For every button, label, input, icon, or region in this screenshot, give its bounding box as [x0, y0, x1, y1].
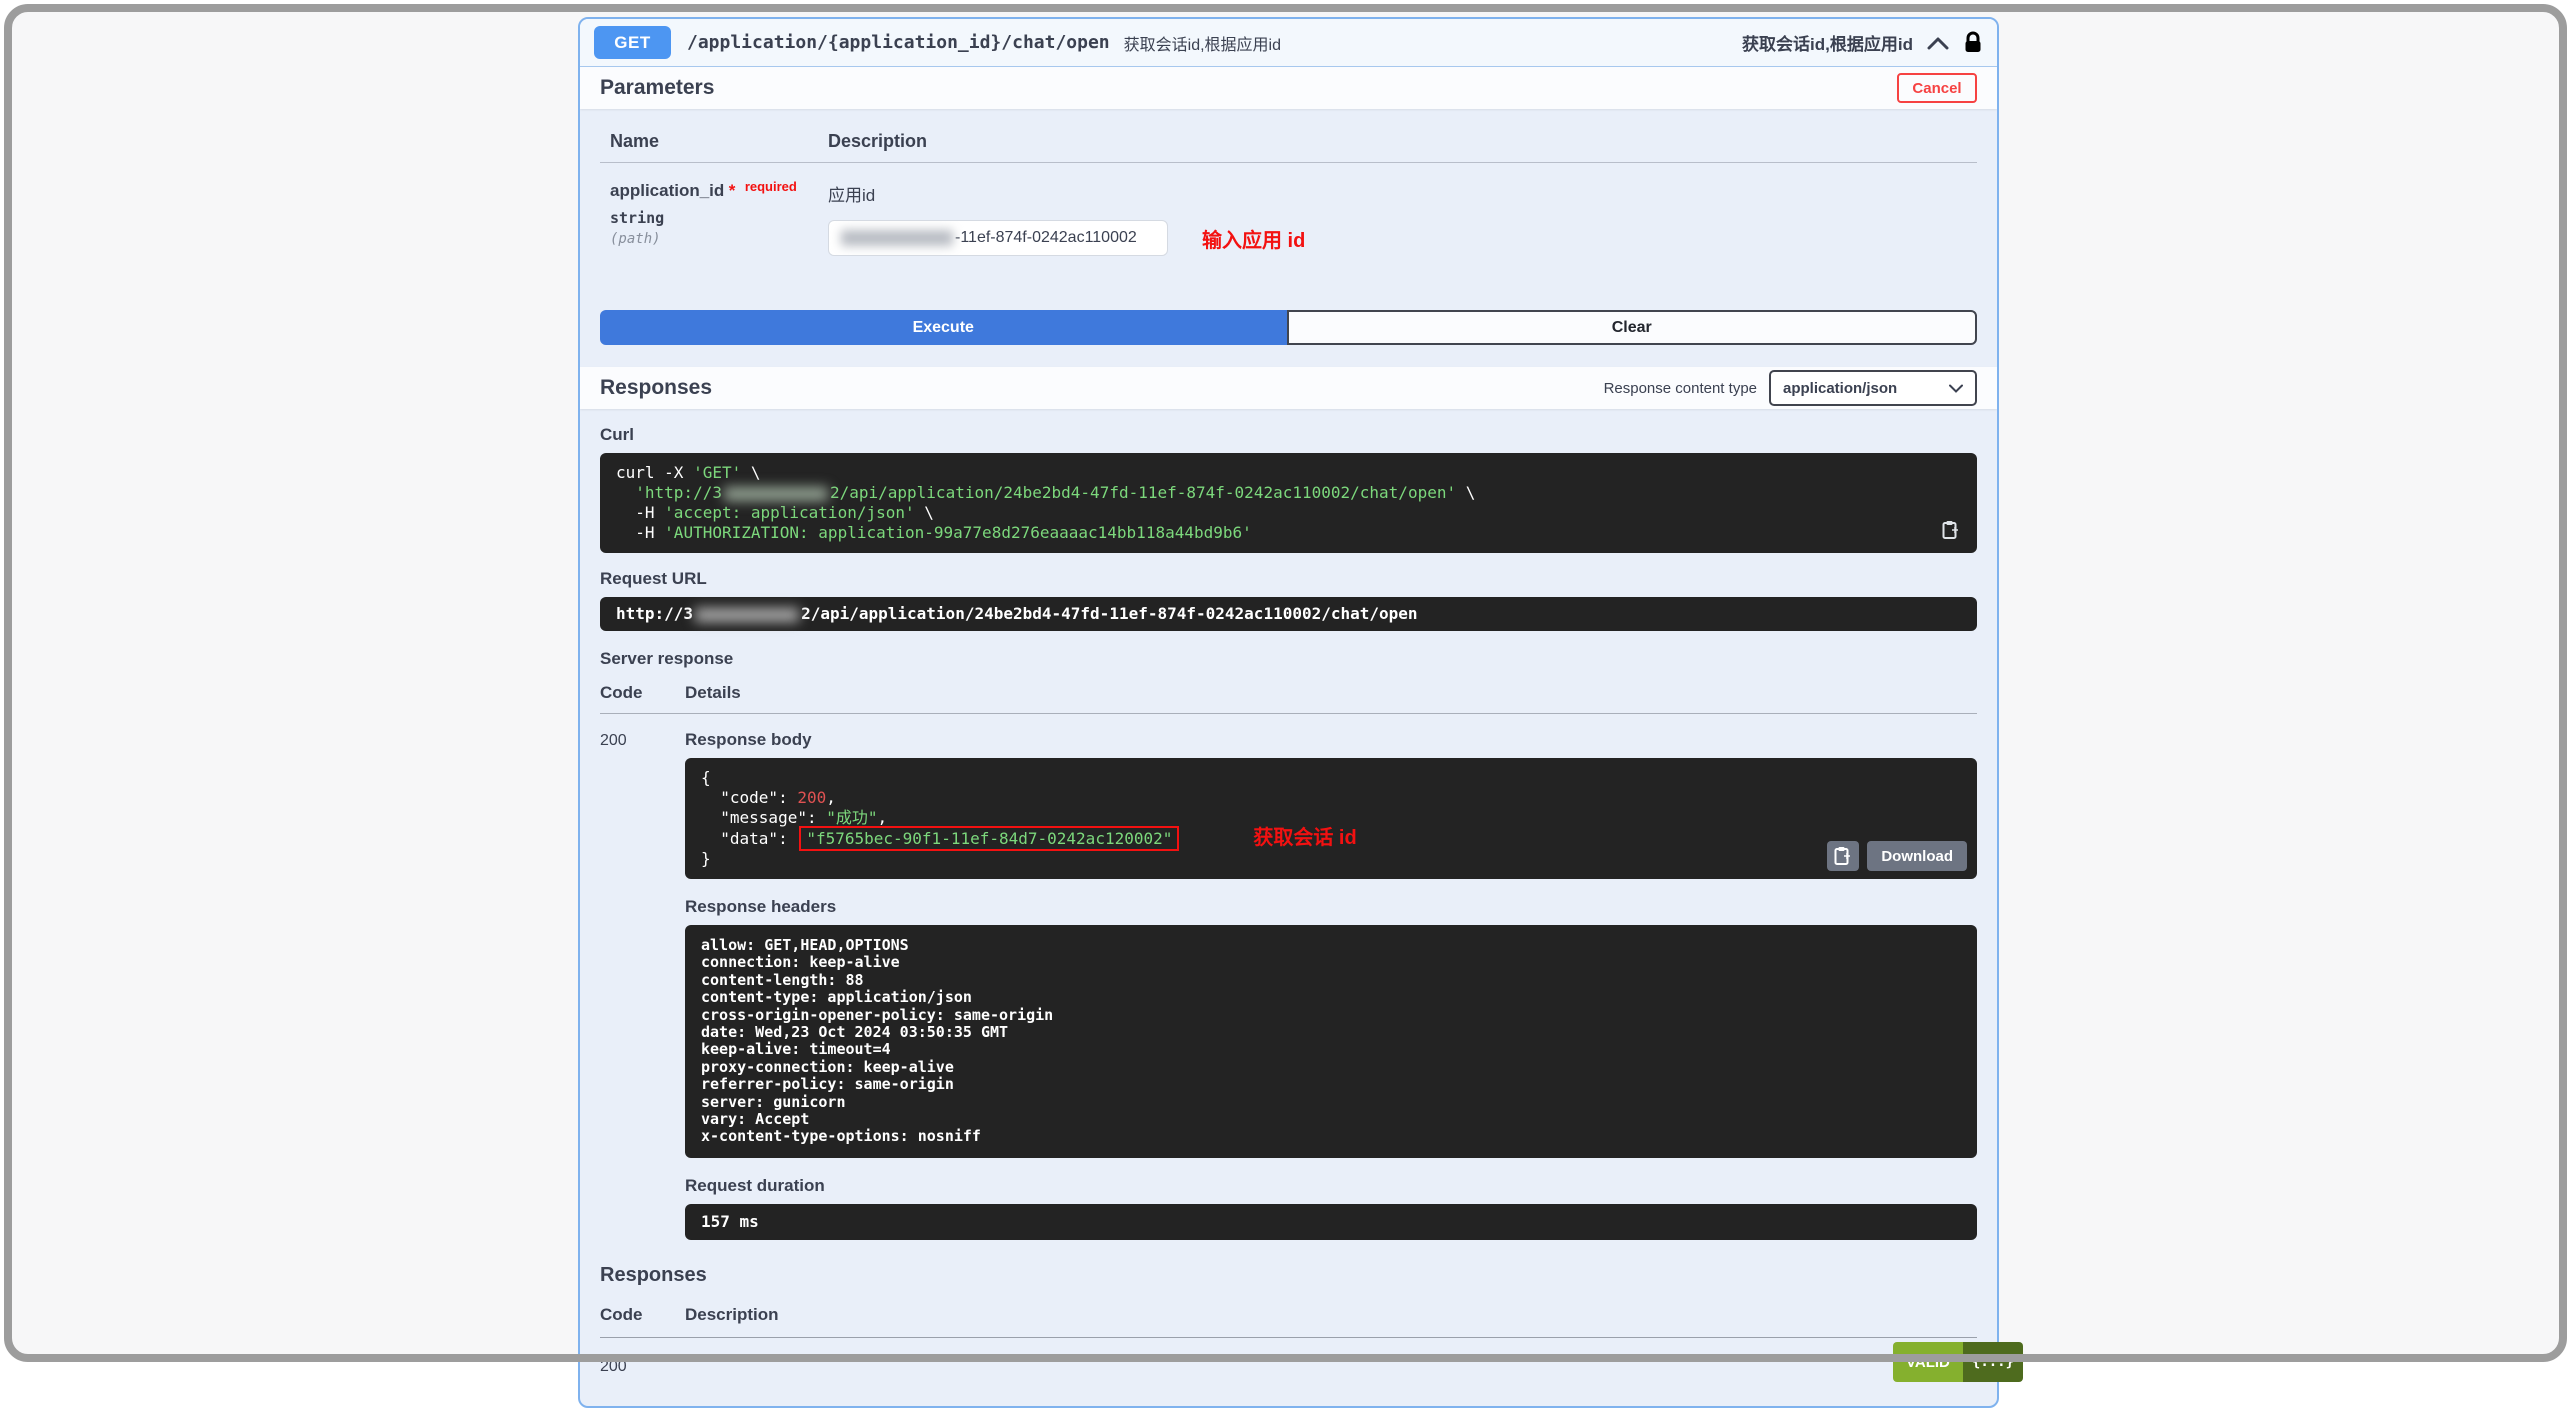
column-header-description: Description [828, 131, 927, 152]
http-method-badge: GET [594, 26, 671, 59]
opblock-summary[interactable]: GET /application/{application_id}/chat/o… [580, 19, 1997, 67]
lock-icon [1963, 31, 1983, 55]
column-header-name: Name [610, 131, 828, 152]
clipboard-icon [1834, 846, 1852, 866]
parameters-title: Parameters [600, 76, 714, 100]
curl-label: Curl [600, 425, 1977, 445]
column-header-code: Code [600, 683, 685, 703]
parameters-section-header: Parameters Cancel [580, 67, 1997, 109]
request-duration-label: Request duration [685, 1176, 1977, 1196]
documented-responses-rows: 200 [600, 1338, 1977, 1376]
endpoint-path: /application/{application_id}/chat/open [687, 32, 1110, 53]
responses-section-header: Responses Response content type applicat… [580, 367, 1997, 409]
request-url-label: Request URL [600, 569, 1977, 589]
swagger-get-opblock: GET /application/{application_id}/chat/o… [578, 17, 1999, 1408]
status-code: 200 [600, 730, 685, 1240]
clear-button[interactable]: Clear [1287, 310, 1978, 345]
required-star: * [729, 181, 736, 200]
execute-button[interactable]: Execute [600, 310, 1287, 345]
responses-title: Responses [600, 376, 712, 400]
application-id-value: -11ef-874f-0242ac110002 [955, 229, 1137, 247]
column-header-description: Description [685, 1305, 779, 1325]
clipboard-icon [1942, 520, 1960, 540]
documented-response-row: 200 [600, 1338, 1977, 1376]
chevron-up-icon [1927, 36, 1949, 50]
validator-braces-icon: {...} [1963, 1342, 2023, 1382]
endpoint-summary-right: 获取会话id,根据应用id [1742, 30, 1913, 55]
collapse-button[interactable] [1927, 36, 1949, 50]
required-label: required [745, 179, 797, 194]
parameter-row: application_id * required string (path) … [600, 163, 1977, 256]
parameter-type: string [610, 209, 828, 227]
copy-response-button[interactable] [1827, 841, 1859, 871]
authorize-button[interactable] [1963, 31, 1983, 55]
parameter-location: (path) [610, 231, 828, 247]
response-body-block: { "code": 200, "message": "成功", "data": … [685, 758, 1977, 879]
column-header-details: Details [685, 683, 741, 703]
parameters-table: Name Description application_id * requir… [580, 109, 1997, 300]
responses-body: Curl curl -X 'GET' \ 'http://32/api/appl… [580, 409, 1997, 1406]
redacted-value-blur [841, 230, 953, 246]
swagger-validator-badge[interactable]: VALID {...} [1893, 1342, 2023, 1382]
chevron-down-icon [1949, 384, 1963, 393]
copy-curl-button[interactable] [1935, 515, 1967, 545]
response-content-type-label: Response content type [1604, 380, 1757, 397]
content-type-value: application/json [1783, 380, 1897, 397]
cancel-button[interactable]: Cancel [1897, 73, 1977, 103]
documented-responses: Responses Code Description 200 [600, 1264, 1977, 1376]
server-response-label: Server response [600, 649, 1977, 669]
validator-valid-label: VALID [1893, 1342, 1963, 1382]
application-id-input[interactable]: -11ef-874f-0242ac110002 [828, 220, 1168, 256]
parameter-name: application_id [610, 181, 724, 200]
input-annotation: 输入应用 id [1202, 224, 1305, 253]
response-headers-label: Response headers [685, 897, 1977, 917]
endpoint-summary: 获取会话id,根据应用id [1124, 31, 1281, 55]
request-duration-block: 157 ms [685, 1204, 1977, 1240]
execute-row: Execute Clear [580, 310, 1997, 345]
documented-responses-title: Responses [600, 1264, 1977, 1287]
curl-command-block: curl -X 'GET' \ 'http://32/api/applicati… [600, 453, 1977, 553]
request-url-block: http://32/api/application/24be2bd4-47fd-… [600, 597, 1977, 631]
column-header-code: Code [600, 1305, 685, 1325]
response-headers-block: allow: GET,HEAD,OPTIONSconnection: keep-… [685, 925, 1977, 1158]
content-type-select[interactable]: application/json [1769, 370, 1977, 406]
parameter-description: 应用id [828, 181, 1967, 206]
response-body-label: Response body [685, 730, 1977, 750]
live-response-row: 200 Response body { "code": 200, "messag… [600, 730, 1977, 1240]
download-button[interactable]: Download [1867, 841, 1967, 871]
